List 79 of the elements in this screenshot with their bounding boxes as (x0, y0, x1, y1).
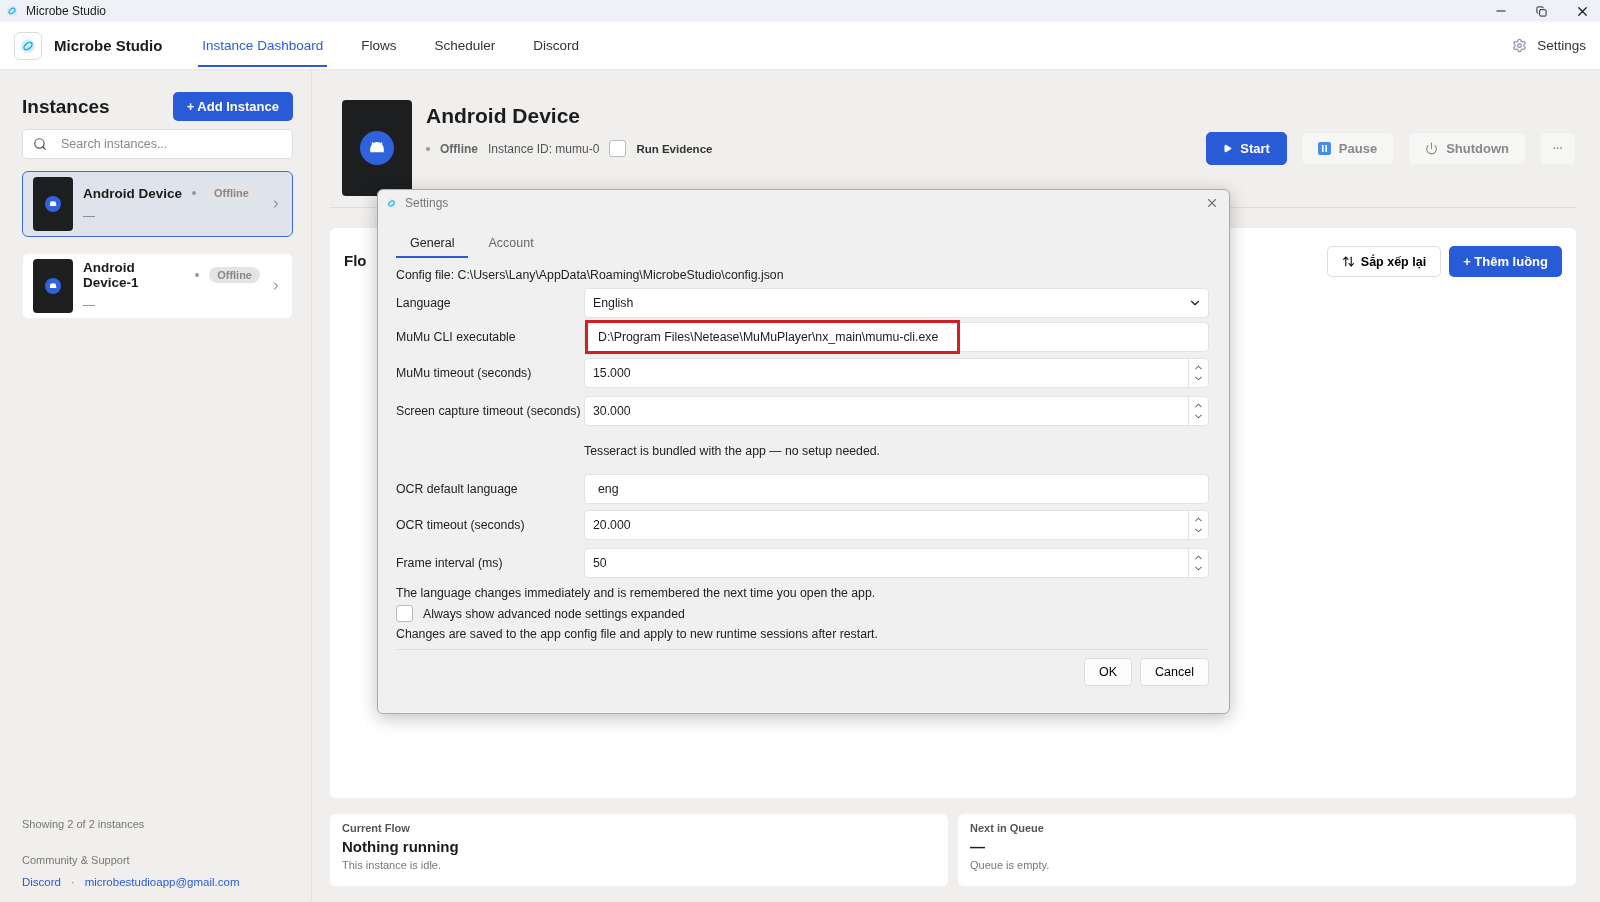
instance-card[interactable]: Android Device Offline — (22, 171, 293, 237)
run-evidence-checkbox[interactable] (609, 140, 627, 157)
cancel-button[interactable]: Cancel (1140, 658, 1209, 686)
email-link[interactable]: microbestudioapp@gmail.com (84, 876, 240, 888)
status-dot (195, 273, 200, 277)
nav-tab[interactable]: Scheduler (430, 24, 500, 67)
dialog-tab[interactable]: Account (474, 230, 548, 258)
instance-card[interactable]: Android Device-1 Offline — (22, 253, 293, 319)
start-button[interactable]: Start (1206, 132, 1287, 165)
card-note: This instance is idle. (342, 859, 443, 871)
checkbox-label: Always show advanced node settings expanded (423, 606, 685, 621)
app-logo-icon (386, 197, 397, 209)
sidebar-title: Instances (22, 95, 110, 118)
number-field[interactable]: 50 (584, 548, 1209, 578)
panel-title: Flo (344, 252, 367, 269)
card-label: Current Flow (342, 822, 411, 834)
dialog-title: Settings (405, 196, 449, 210)
status-badge: Offline (209, 267, 260, 283)
device-status: Offline (440, 141, 478, 156)
field-label: OCR timeout (seconds) (396, 518, 526, 532)
settings-icon (1512, 38, 1528, 53)
checkbox-label: Run Evidence (636, 142, 713, 155)
help-text: Changes are saved to the app config file and apply to new runtime sessions after restart. (396, 627, 879, 641)
app-logo-icon (6, 5, 18, 17)
field-label: MuMu CLI executable (396, 330, 517, 344)
help-text: Tesseract is bundled with the app — no setup needed. (584, 444, 881, 458)
field-label: Language (396, 296, 452, 310)
android-icon (45, 196, 61, 212)
instance-count: Showing 2 of 2 instances (22, 818, 146, 830)
input-field[interactable]: eng (584, 474, 1209, 504)
separator: · (71, 876, 75, 888)
field-label: Screen capture timeout (seconds) (396, 404, 582, 418)
dialog-tab[interactable]: General (396, 230, 469, 258)
play-icon (1223, 144, 1233, 153)
field-label: MuMu timeout (seconds) (396, 366, 533, 380)
number-field[interactable]: 15.000 (584, 358, 1209, 388)
settings-link[interactable]: Settings (1512, 38, 1586, 53)
instance-id: Instance ID: mumu-0 (488, 141, 600, 156)
card-value: — (970, 838, 986, 855)
sort-button[interactable]: Sắp xếp lại (1326, 246, 1442, 277)
number-field[interactable]: 20.000 (584, 510, 1209, 540)
search-icon (33, 137, 47, 151)
field-label: Frame interval (ms) (396, 556, 504, 570)
status-badge: Offline (206, 185, 257, 201)
language-select[interactable]: English (584, 288, 1209, 318)
sort-icon (1341, 255, 1355, 268)
help-text: The language changes immediately and is remembered the next time you open the app. (396, 586, 877, 600)
app-name: Microbe Studio (54, 37, 163, 54)
instance-subtitle: — (83, 209, 96, 223)
input-field[interactable]: D:\Program Files\Netease\MuMuPlayer\nx_main\mumu-cli.exe (584, 322, 1209, 352)
device-name: Android Device (426, 104, 582, 128)
android-icon (45, 278, 61, 294)
add-instance-button[interactable]: + Add Instance (172, 92, 293, 121)
android-icon (360, 131, 394, 165)
app-logo-icon (20, 37, 36, 54)
instance-subtitle: — (83, 298, 96, 312)
instance-name: Android Device (83, 185, 183, 201)
discord-link[interactable]: Discord (22, 876, 61, 888)
nav-tab[interactable]: Discord (529, 24, 583, 67)
instance-name: Android Device-1 (83, 260, 140, 290)
window-title: Microbe Studio (26, 4, 107, 18)
field-label: OCR default language (396, 482, 519, 496)
search-field[interactable]: Search instances... (22, 129, 293, 159)
card-value: Nothing running (342, 838, 460, 855)
checkbox[interactable] (396, 605, 413, 622)
power-icon (1425, 142, 1439, 155)
card-note: Queue is empty. (970, 859, 1051, 871)
status-dot (426, 146, 430, 151)
number-field[interactable]: 30.000 (584, 396, 1209, 426)
nav-tab[interactable]: Flows (357, 24, 401, 67)
ok-button[interactable]: OK (1084, 658, 1133, 686)
pause-icon (1317, 142, 1331, 155)
add-flow-button[interactable]: + Thêm luồng (1449, 246, 1562, 277)
nav-tab[interactable]: Instance Dashboard (198, 24, 328, 67)
status-dot (192, 191, 197, 195)
card-label: Next in Queue (970, 822, 1045, 834)
restore-icon[interactable] (1536, 5, 1547, 17)
config-path: Config file: C:\Users\Lany\AppData\Roaming\MicrobeStudio\config.json (396, 268, 785, 282)
community-title: Community & Support (22, 854, 131, 866)
